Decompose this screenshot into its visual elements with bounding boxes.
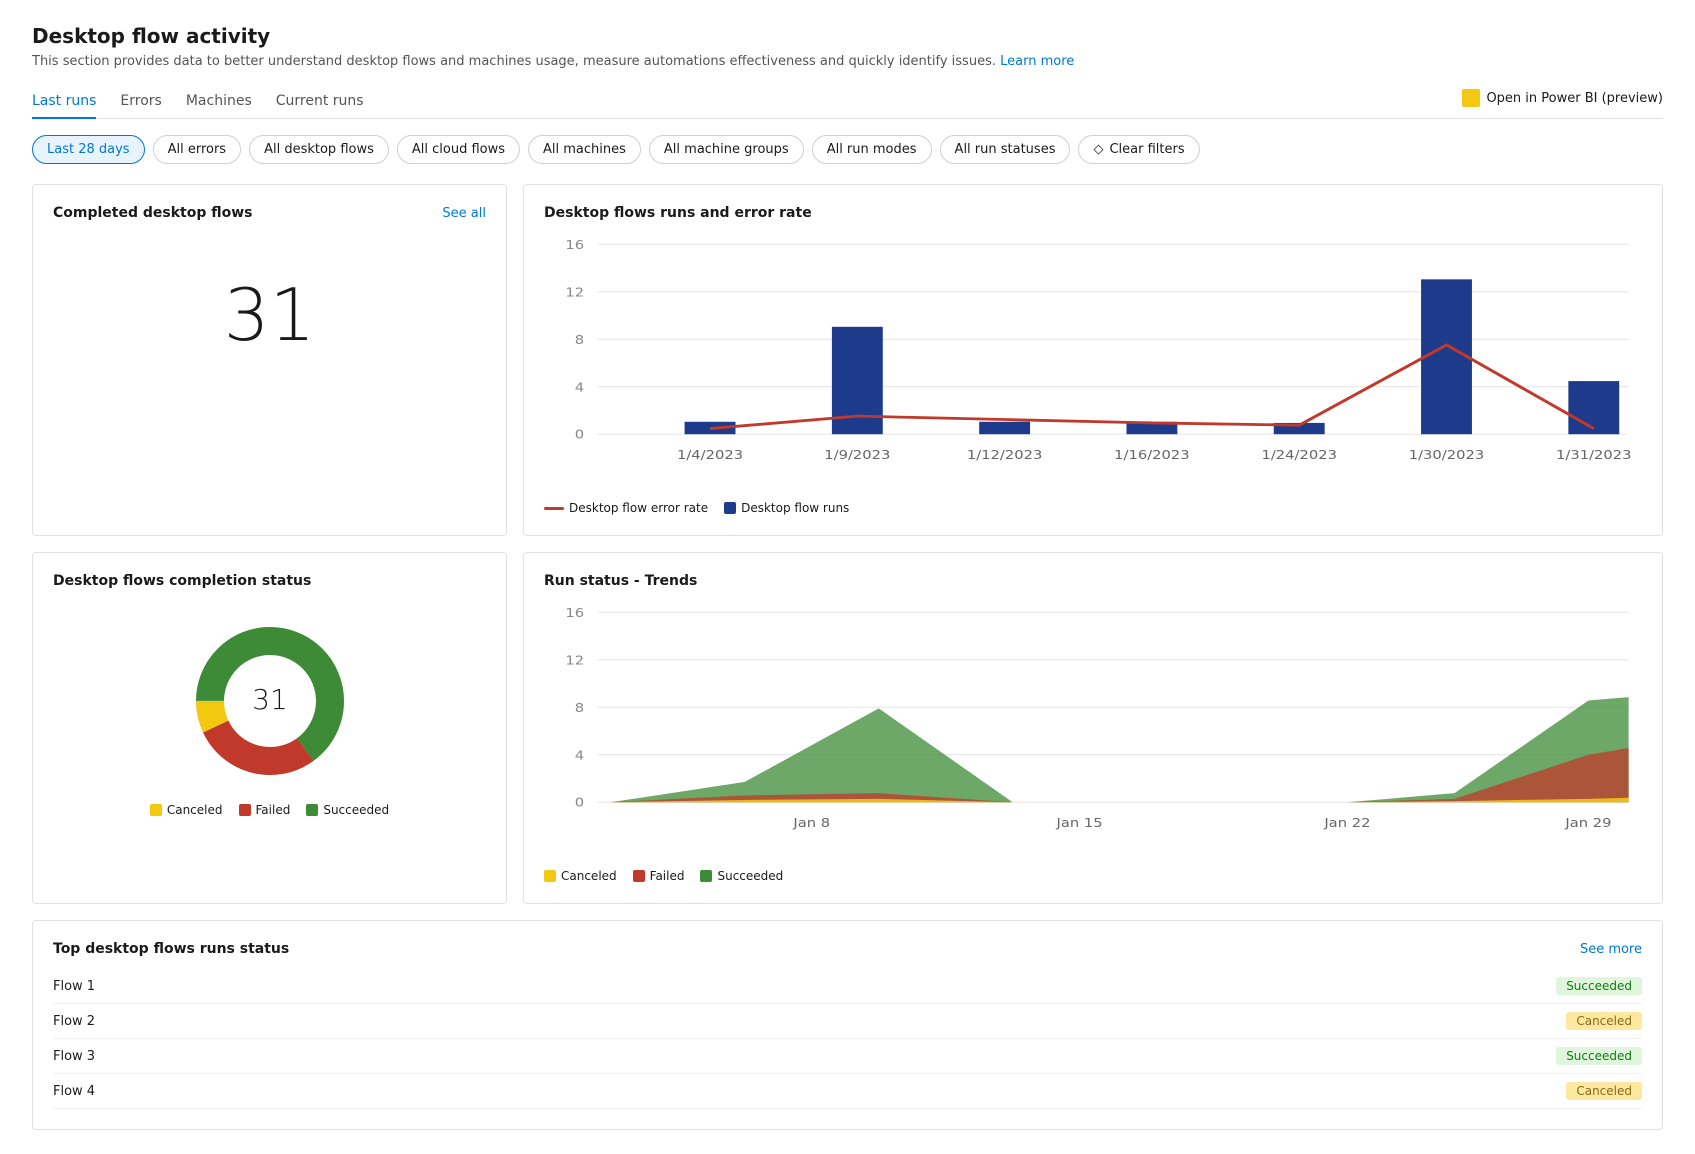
svg-text:0: 0 bbox=[575, 796, 584, 811]
learn-more-link[interactable]: Learn more bbox=[1000, 54, 1074, 69]
status-badge: Canceled bbox=[1566, 1082, 1642, 1100]
eraser-icon: ◇ bbox=[1093, 142, 1103, 157]
runs-legend-bar bbox=[724, 502, 736, 514]
row-name: Flow 1 bbox=[53, 979, 1544, 994]
svg-text:1/30/2023: 1/30/2023 bbox=[1409, 448, 1485, 463]
table-row: Flow 2 Canceled bbox=[53, 1004, 1642, 1039]
svg-text:8: 8 bbox=[575, 701, 584, 716]
svg-text:4: 4 bbox=[575, 380, 584, 395]
bar-line-chart-svg: 16 12 8 4 0 bbox=[544, 233, 1642, 493]
status-badge: Canceled bbox=[1566, 1012, 1642, 1030]
svg-text:1/4/2023: 1/4/2023 bbox=[677, 448, 743, 463]
filter-all-run-modes[interactable]: All run modes bbox=[812, 135, 932, 164]
filter-all-desktop-flows[interactable]: All desktop flows bbox=[249, 135, 389, 164]
trends-title: Run status - Trends bbox=[544, 573, 697, 589]
svg-text:31: 31 bbox=[252, 683, 288, 716]
svg-text:Jan 22: Jan 22 bbox=[1323, 816, 1370, 831]
power-bi-icon bbox=[1462, 89, 1480, 107]
svg-text:1/12/2023: 1/12/2023 bbox=[967, 448, 1043, 463]
svg-text:12: 12 bbox=[565, 285, 584, 300]
trends-legend: Canceled Failed Succeeded bbox=[544, 869, 1642, 883]
svg-text:12: 12 bbox=[565, 653, 584, 668]
completion-title: Desktop flows completion status bbox=[53, 573, 311, 589]
table-row: Flow 3 Succeeded bbox=[53, 1039, 1642, 1074]
svg-text:Jan 29: Jan 29 bbox=[1564, 816, 1611, 831]
svg-text:0: 0 bbox=[575, 428, 584, 443]
table-row: Flow 1 Succeeded bbox=[53, 969, 1642, 1004]
run-status-rows: Flow 1 Succeeded Flow 2 Canceled Flow 3 … bbox=[53, 969, 1642, 1109]
row-name: Flow 2 bbox=[53, 1014, 1554, 1029]
power-bi-button[interactable]: Open in Power BI (preview) bbox=[1462, 89, 1663, 107]
succeeded-legend bbox=[306, 804, 318, 816]
tab-machines[interactable]: Machines bbox=[186, 85, 252, 119]
trends-chart: 16 12 8 4 0 bbox=[544, 601, 1642, 861]
donut-legend: Canceled Failed Succeeded bbox=[150, 803, 389, 817]
trends-svg: 16 12 8 4 0 bbox=[544, 601, 1642, 861]
canceled-legend bbox=[150, 804, 162, 816]
filter-clear[interactable]: ◇ Clear filters bbox=[1078, 135, 1199, 164]
tab-current-runs[interactable]: Current runs bbox=[276, 85, 364, 119]
failed-legend bbox=[239, 804, 251, 816]
top-runs-title: Top desktop flows runs status bbox=[53, 941, 289, 957]
svg-text:Jan 8: Jan 8 bbox=[792, 816, 830, 831]
tabs-bar: Last runs Errors Machines Current runs O… bbox=[32, 85, 1663, 119]
filter-last-28-days[interactable]: Last 28 days bbox=[32, 135, 145, 164]
donut-chart: 31 Canceled Failed Succeeded bbox=[53, 601, 486, 827]
trends-canceled-legend bbox=[544, 870, 556, 882]
completed-count: 31 bbox=[53, 233, 486, 397]
flows-chart-legend: Desktop flow error rate Desktop flow run… bbox=[544, 501, 1642, 515]
tab-last-runs[interactable]: Last runs bbox=[32, 85, 96, 119]
status-badge: Succeeded bbox=[1556, 977, 1642, 995]
svg-text:16: 16 bbox=[565, 238, 584, 253]
see-more-link[interactable]: See more bbox=[1580, 942, 1642, 957]
flows-runs-chart-card: Desktop flows runs and error rate 16 12 … bbox=[523, 184, 1663, 536]
page-title: Desktop flow activity bbox=[32, 24, 1663, 48]
tab-errors[interactable]: Errors bbox=[120, 85, 161, 119]
run-status-trends-card: Run status - Trends 16 12 8 4 0 bbox=[523, 552, 1663, 904]
svg-text:1/31/2023: 1/31/2023 bbox=[1556, 448, 1632, 463]
svg-text:16: 16 bbox=[565, 606, 584, 621]
completion-status-card: Desktop flows completion status bbox=[32, 552, 507, 904]
svg-text:1/24/2023: 1/24/2023 bbox=[1261, 448, 1337, 463]
filter-all-errors[interactable]: All errors bbox=[153, 135, 242, 164]
row-name: Flow 3 bbox=[53, 1049, 1544, 1064]
trends-failed-legend bbox=[633, 870, 645, 882]
row-name: Flow 4 bbox=[53, 1084, 1554, 1099]
top-runs-card: Top desktop flows runs status See more F… bbox=[32, 920, 1663, 1130]
filter-all-run-statuses[interactable]: All run statuses bbox=[940, 135, 1071, 164]
svg-text:Jan 15: Jan 15 bbox=[1055, 816, 1102, 831]
svg-text:8: 8 bbox=[575, 333, 584, 348]
completed-flows-title: Completed desktop flows bbox=[53, 205, 253, 221]
svg-text:1/9/2023: 1/9/2023 bbox=[824, 448, 890, 463]
flows-runs-chart: 16 12 8 4 0 bbox=[544, 233, 1642, 493]
completed-flows-card: Completed desktop flows See all 31 bbox=[32, 184, 507, 536]
donut-svg: 31 bbox=[180, 611, 360, 791]
filter-bar: Last 28 days All errors All desktop flow… bbox=[32, 135, 1663, 164]
filter-all-machines[interactable]: All machines bbox=[528, 135, 641, 164]
flows-chart-title: Desktop flows runs and error rate bbox=[544, 205, 812, 221]
svg-text:4: 4 bbox=[575, 748, 584, 763]
table-row: Flow 4 Canceled bbox=[53, 1074, 1642, 1109]
filter-all-machine-groups[interactable]: All machine groups bbox=[649, 135, 804, 164]
see-all-link[interactable]: See all bbox=[442, 206, 486, 221]
status-badge: Succeeded bbox=[1556, 1047, 1642, 1065]
error-rate-legend-line bbox=[544, 507, 564, 510]
trends-succeeded-legend bbox=[700, 870, 712, 882]
page-subtitle: This section provides data to better und… bbox=[32, 54, 1663, 69]
filter-all-cloud-flows[interactable]: All cloud flows bbox=[397, 135, 520, 164]
svg-text:1/16/2023: 1/16/2023 bbox=[1114, 448, 1190, 463]
